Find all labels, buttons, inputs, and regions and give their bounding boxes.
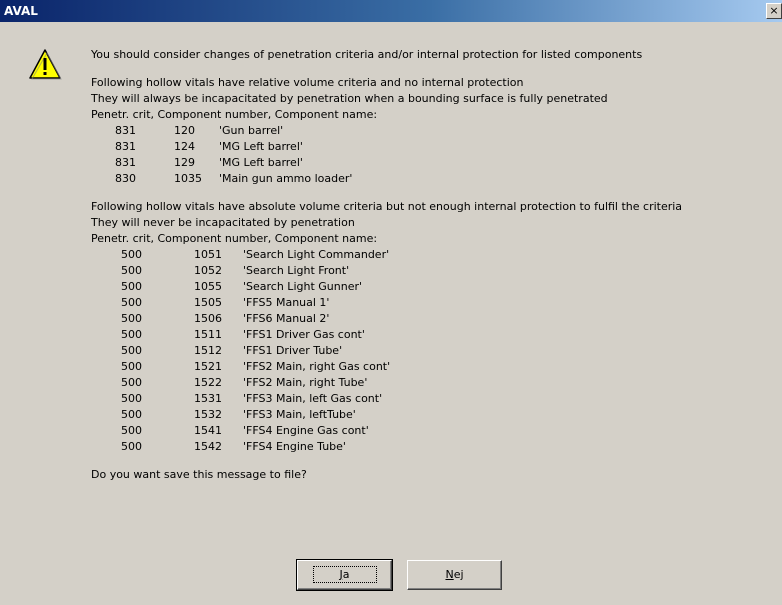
component-row: 831 120 'Gun barrel'	[91, 123, 781, 139]
component-row: 500 1506 'FFS6 Manual 2'	[91, 311, 781, 327]
component-number: 1035	[174, 172, 202, 185]
group2-header: Penetr. crit, Component number, Componen…	[91, 232, 378, 245]
warning-icon	[29, 49, 62, 80]
group1-line-2: They will always be incapacitated by pen…	[91, 92, 608, 105]
penetration-criterion: 500	[121, 296, 142, 309]
component-row: 831 124 'MG Left barrel'	[91, 139, 781, 155]
component-row: 500 1532 'FFS3 Main, leftTube'	[91, 407, 781, 423]
group1-header: Penetr. crit, Component number, Componen…	[91, 108, 378, 121]
component-name: 'MG Left barrel'	[219, 156, 303, 169]
group2-line-1: Following hollow vitals have absolute vo…	[91, 200, 683, 213]
penetration-criterion: 831	[115, 124, 136, 137]
yes-button[interactable]: Ja	[296, 559, 393, 591]
group2-line-2: They will never be incapacitated by pene…	[91, 216, 355, 229]
penetration-criterion: 831	[115, 140, 136, 153]
component-number: 1522	[194, 376, 222, 389]
component-row: 500 1051 'Search Light Commander'	[91, 247, 781, 263]
component-number: 124	[174, 140, 195, 153]
component-name: 'MG Left barrel'	[219, 140, 303, 153]
component-name: 'FFS6 Manual 2'	[243, 312, 330, 325]
component-name: 'FFS1 Driver Gas cont'	[243, 328, 365, 341]
component-number: 1542	[194, 440, 222, 453]
component-row: 500 1542 'FFS4 Engine Tube'	[91, 439, 781, 455]
component-number: 129	[174, 156, 195, 169]
component-name: 'FFS5 Manual 1'	[243, 296, 330, 309]
component-number: 1512	[194, 344, 222, 357]
component-name: 'FFS2 Main, right Tube'	[243, 376, 368, 389]
component-row: 500 1055 'Search Light Gunner'	[91, 279, 781, 295]
component-name: 'FFS2 Main, right Gas cont'	[243, 360, 391, 373]
penetration-criterion: 500	[121, 264, 142, 277]
window-title: AVAL	[4, 4, 38, 18]
penetration-criterion: 500	[121, 440, 142, 453]
penetration-criterion: 831	[115, 156, 136, 169]
penetration-criterion: 500	[121, 424, 142, 437]
penetration-criterion: 500	[121, 312, 142, 325]
close-icon: ×	[769, 4, 779, 17]
component-row: 830 1035 'Main gun ammo loader'	[91, 171, 781, 187]
component-row: 500 1511 'FFS1 Driver Gas cont'	[91, 327, 781, 343]
component-row: 500 1531 'FFS3 Main, left Gas cont'	[91, 391, 781, 407]
component-name: 'FFS1 Driver Tube'	[243, 344, 343, 357]
component-number: 1506	[194, 312, 222, 325]
penetration-criterion: 500	[121, 392, 142, 405]
component-name: 'Main gun ammo loader'	[219, 172, 353, 185]
component-number: 120	[174, 124, 195, 137]
close-button[interactable]: ×	[766, 3, 782, 19]
component-name: 'Search Light Gunner'	[243, 280, 363, 293]
penetration-criterion: 500	[121, 408, 142, 421]
penetration-criterion: 500	[121, 360, 142, 373]
question-text: Do you want save this message to file?	[91, 468, 307, 481]
component-number: 1532	[194, 408, 222, 421]
yes-button-label: Ja	[312, 566, 377, 583]
penetration-criterion: 500	[121, 280, 142, 293]
component-name: 'Gun barrel'	[219, 124, 284, 137]
component-number: 1052	[194, 264, 222, 277]
penetration-criterion: 500	[121, 328, 142, 341]
component-number: 1541	[194, 424, 222, 437]
component-name: 'FFS4 Engine Tube'	[243, 440, 346, 453]
component-row: 500 1541 'FFS4 Engine Gas cont'	[91, 423, 781, 439]
component-name: 'Search Light Front'	[243, 264, 350, 277]
component-row: 500 1505 'FFS5 Manual 1'	[91, 295, 781, 311]
component-number: 1055	[194, 280, 222, 293]
component-row: 500 1522 'FFS2 Main, right Tube'	[91, 375, 781, 391]
component-name: 'FFS3 Main, leftTube'	[243, 408, 356, 421]
penetration-criterion: 500	[121, 248, 142, 261]
component-name: 'FFS4 Engine Gas cont'	[243, 424, 369, 437]
component-row: 500 1052 'Search Light Front'	[91, 263, 781, 279]
intro-text: You should consider changes of penetrati…	[91, 48, 643, 61]
component-name: 'Search Light Commander'	[243, 248, 390, 261]
group2-list: 500 1051 'Search Light Commander' 500 1052 'S…	[91, 247, 781, 455]
component-number: 1505	[194, 296, 222, 309]
component-number: 1051	[194, 248, 222, 261]
component-number: 1531	[194, 392, 222, 405]
no-button[interactable]: Nej	[407, 560, 502, 590]
title-bar: AVAL ×	[0, 0, 782, 22]
component-number: 1511	[194, 328, 222, 341]
group1-line-1: Following hollow vitals have relative vo…	[91, 76, 524, 89]
component-row: 500 1521 'FFS2 Main, right Gas cont'	[91, 359, 781, 375]
group1-list: 831 120 'Gun barrel' 831 124 'MG Left barrel'…	[91, 123, 781, 187]
component-row: 500 1512 'FFS1 Driver Tube'	[91, 343, 781, 359]
penetration-criterion: 830	[115, 172, 136, 185]
penetration-criterion: 500	[121, 344, 142, 357]
penetration-criterion: 500	[121, 376, 142, 389]
component-row: 831 129 'MG Left barrel'	[91, 155, 781, 171]
no-button-label: Nej	[445, 568, 464, 581]
component-name: 'FFS3 Main, left Gas cont'	[243, 392, 383, 405]
message-body: You should consider changes of penetrati…	[91, 47, 781, 483]
component-number: 1521	[194, 360, 222, 373]
